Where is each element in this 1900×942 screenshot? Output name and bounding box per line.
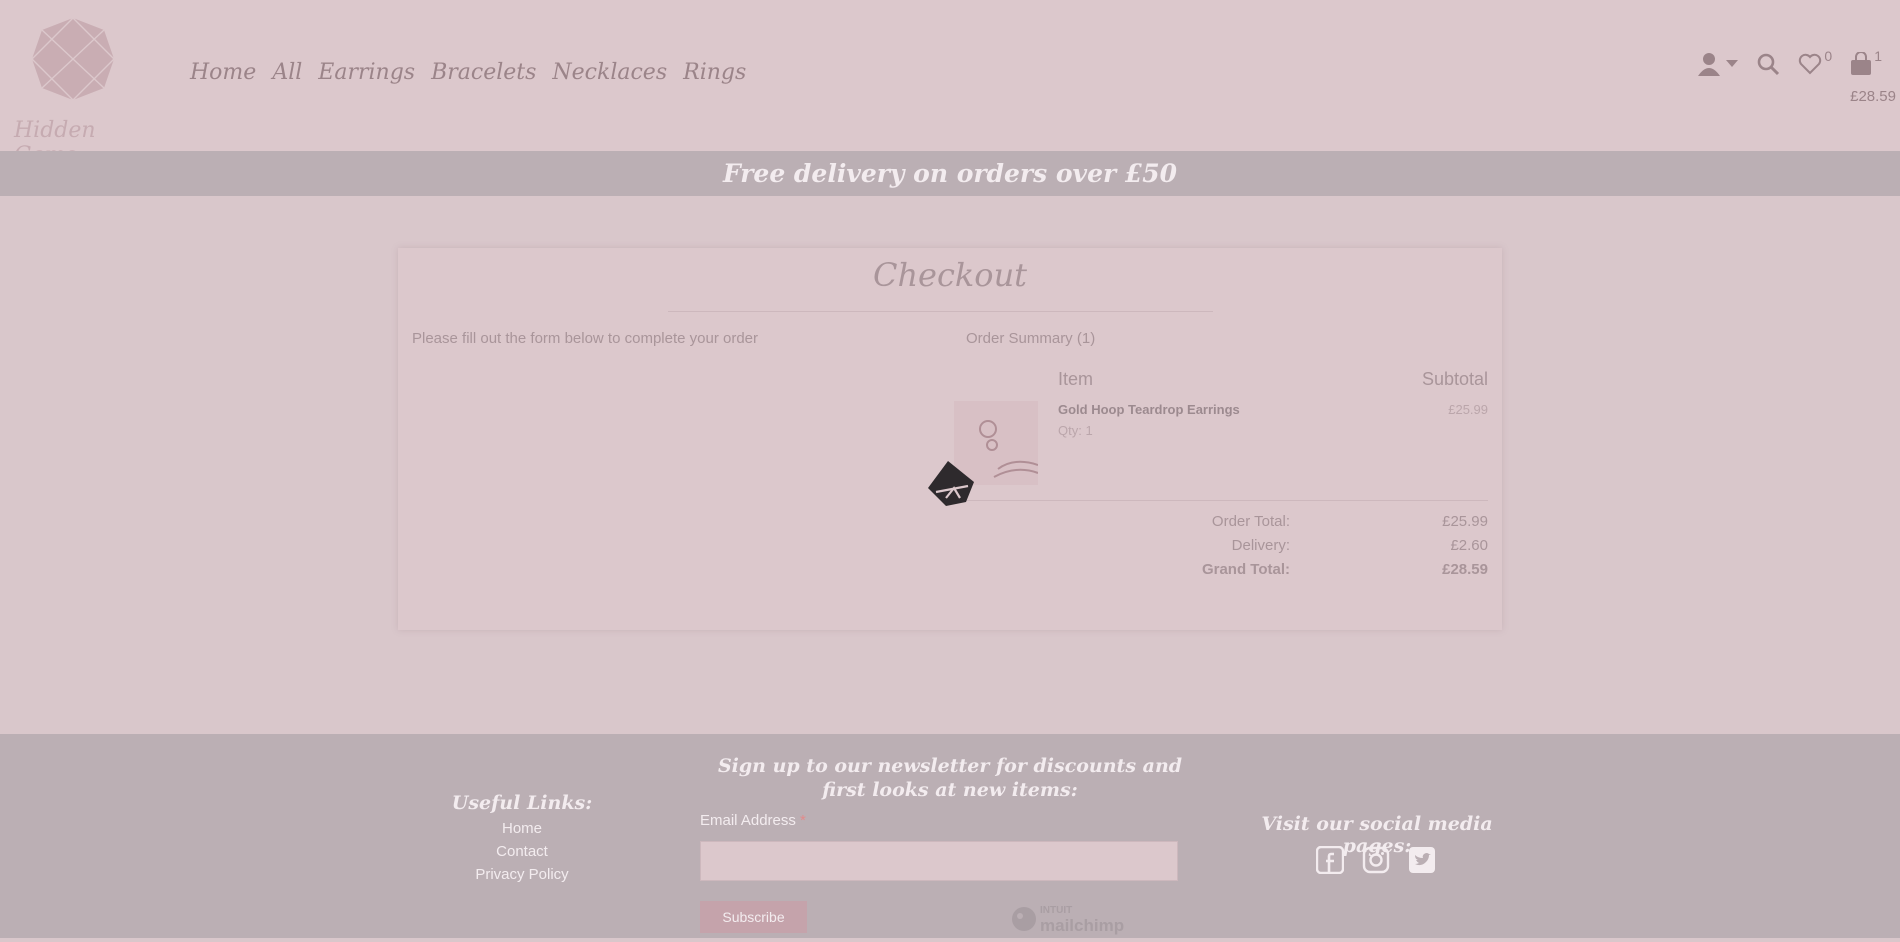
order-total-value: £25.99 [1442,513,1488,530]
cart-total: £28.59 [1850,88,1896,105]
product-name[interactable]: Gold Hoop Teardrop Earrings [1058,402,1240,417]
wishlist-link[interactable]: 0 [1798,48,1832,75]
mailchimp-bottom: mailchimp [1040,916,1125,935]
column-header-subtotal: Subtotal [1421,369,1488,389]
nav-all[interactable]: All [272,60,302,85]
useful-links: Useful Links: Home Contact Privacy Polic… [430,792,614,883]
footer-link-contact[interactable]: Contact [430,843,614,860]
mailchimp-top: INTUIT [1040,905,1073,916]
newsletter-heading: Sign up to our newsletter for discounts … [717,755,1183,801]
form-hint: Please fill out the form below to comple… [412,330,759,347]
gem-logo-icon [31,17,115,101]
footer-link-home[interactable]: Home [430,820,614,837]
order-summary-label: Order Summary (1) [966,330,1096,347]
required-marker: * [800,812,806,829]
search-icon [1758,53,1780,76]
logo[interactable]: Hidden Gems [6,12,136,168]
heart-icon [1799,53,1822,75]
column-header-item: Item [1058,369,1094,389]
twitter-icon [1409,847,1435,873]
cart-link[interactable]: 1 [1850,48,1882,76]
cart-count: 1 [1874,48,1882,64]
page-title: Checkout [872,256,1028,294]
title-divider [668,311,1213,312]
user-icon [1698,53,1721,76]
site-header: Hidden Gems Home All Earrings Bracelets … [0,0,1900,168]
promo-banner: Free delivery on orders over £50 [0,151,1900,196]
main-nav: Home All Earrings Bracelets Necklaces Ri… [190,60,746,85]
loading-spinner [924,458,980,510]
twitter-link[interactable] [1408,846,1436,874]
search-button[interactable] [1756,52,1780,76]
nav-home[interactable]: Home [190,60,256,85]
subscribe-button[interactable]: Subscribe [700,901,807,933]
delivery-label: Delivery: [1231,537,1290,554]
caret-down-icon [1726,60,1739,67]
order-total-label: Order Total: [1211,513,1290,530]
facebook-icon [1315,845,1345,875]
product-price: £25.99 [1448,402,1488,417]
account-menu[interactable] [1698,52,1739,76]
mailchimp-logo[interactable]: INTUIT mailchimp [1010,901,1130,937]
useful-links-heading: Useful Links: [451,792,593,814]
instagram-link[interactable] [1362,846,1390,874]
header-actions: 0 1 [1698,48,1882,76]
grand-total-label: Grand Total: [1201,561,1290,578]
instagram-icon [1362,846,1390,874]
delivery-value: £2.60 [1450,537,1488,554]
grand-total-row: Grand Total: £28.59 [954,561,1488,581]
email-label: Email Address * [700,812,806,829]
site-footer: Useful Links: Home Contact Privacy Polic… [0,734,1900,938]
delivery-row: Delivery: £2.60 [954,537,1488,557]
shopping-bag-icon [1851,52,1872,75]
spinner-gem-icon [928,461,974,506]
nav-necklaces[interactable]: Necklaces [552,60,667,85]
product-qty: Qty: 1 [1058,423,1093,438]
nav-rings[interactable]: Rings [683,60,746,85]
wishlist-count: 0 [1824,48,1833,64]
order-total-row: Order Total: £25.99 [954,513,1488,533]
promo-text: Free delivery on orders over £50 [722,159,1178,188]
footer-link-privacy[interactable]: Privacy Policy [430,866,614,883]
social-links [1315,845,1436,875]
summary-divider [954,500,1488,501]
email-label-text: Email Address [700,812,796,829]
checkout-card: Checkout Please fill out the form below … [398,248,1502,630]
email-field[interactable] [700,841,1178,881]
grand-total-value: £28.59 [1442,561,1488,578]
facebook-link[interactable] [1315,845,1345,875]
nav-earrings[interactable]: Earrings [318,60,415,85]
nav-bracelets[interactable]: Bracelets [431,60,536,85]
